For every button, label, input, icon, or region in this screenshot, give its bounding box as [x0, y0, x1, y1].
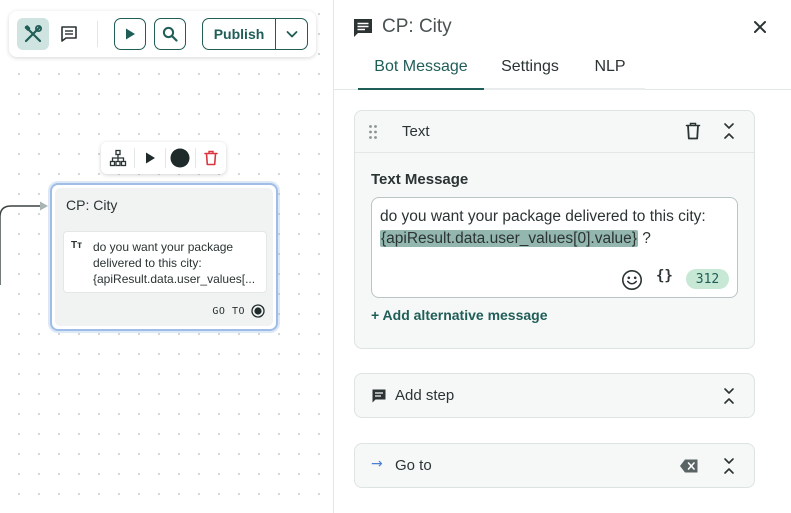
search-icon: [162, 26, 178, 42]
node-goto[interactable]: GO TO: [212, 304, 265, 318]
hierarchy-icon: [109, 149, 127, 167]
message-square-icon: [354, 19, 372, 37]
arrow-right-icon: →: [371, 456, 383, 472]
flow-canvas[interactable]: Publish CP: City Tт do you want your pac…: [0, 0, 334, 513]
character-count-badge: 312: [686, 269, 729, 289]
tab-bot-message[interactable]: Bot Message: [358, 56, 484, 90]
toolbar-divider: [97, 21, 98, 47]
flow-connector: [0, 201, 48, 285]
expand-icon[interactable]: [721, 387, 737, 405]
tab-settings[interactable]: Settings: [484, 56, 576, 90]
expand-icon[interactable]: [721, 457, 737, 475]
node-run-button[interactable]: [135, 142, 165, 174]
add-alternative-message-link[interactable]: + Add alternative message: [371, 307, 548, 323]
text-message-input[interactable]: do you want your package delivered to th…: [371, 197, 738, 298]
emoji-icon[interactable]: [621, 269, 643, 291]
tabs-underline: [484, 88, 645, 90]
tools-icon: [24, 25, 42, 43]
play-icon: [146, 152, 155, 164]
text-step-label: Text: [402, 123, 430, 140]
flow-node-cp-city[interactable]: CP: City Tт do you want your package del…: [50, 183, 278, 331]
panel-title: CP: City: [382, 16, 452, 37]
node-editor-panel: CP: City Bot Message Settings NLP Text T…: [334, 0, 791, 513]
add-step-card[interactable]: Add step: [354, 373, 755, 418]
go-to-card[interactable]: → Go to: [354, 443, 755, 488]
add-step-label: Add step: [395, 387, 455, 404]
publish-split-button: Publish: [202, 18, 308, 50]
publish-button[interactable]: Publish: [203, 19, 276, 49]
node-body: CP: City Tт do you want your package del…: [55, 188, 273, 326]
close-icon: [754, 21, 766, 33]
close-panel-button[interactable]: [748, 15, 772, 39]
panel-header: CP: City Bot Message Settings NLP: [334, 0, 791, 90]
message-square-icon: [372, 389, 386, 403]
trash-icon[interactable]: [685, 122, 701, 140]
message-variable-chip[interactable]: {apiResult.data.user_values[0].value}: [380, 230, 638, 247]
go-to-label: Go to: [395, 457, 432, 474]
record-icon: [170, 148, 190, 168]
notes-button[interactable]: [53, 18, 85, 50]
drag-handle-icon[interactable]: [368, 124, 378, 140]
variable-braces-icon[interactable]: {}: [656, 268, 673, 284]
node-message-text: do you want your package delivered to th…: [93, 240, 256, 286]
node-toolbar: [101, 142, 226, 174]
node-record-button[interactable]: [165, 142, 195, 174]
text-message-content: do you want your package delivered to th…: [380, 208, 706, 247]
node-message-preview[interactable]: Tт do you want your package delivered to…: [63, 231, 267, 293]
collapse-icon[interactable]: [721, 122, 737, 140]
text-step-header: Text: [355, 111, 754, 153]
run-button[interactable]: [114, 18, 146, 50]
trash-icon: [204, 150, 218, 166]
tools-button[interactable]: [17, 18, 49, 50]
notes-icon: [61, 26, 77, 42]
chevron-down-icon: [286, 31, 297, 38]
play-icon: [126, 28, 135, 40]
text-step-card: Text Text Message do you want your packa…: [354, 110, 755, 349]
goto-target-icon: [251, 304, 265, 318]
publish-menu-button[interactable]: [276, 19, 307, 49]
backspace-icon[interactable]: [679, 458, 699, 474]
search-button[interactable]: [154, 18, 186, 50]
node-delete-button[interactable]: [196, 142, 226, 174]
text-type-icon: Tт: [71, 240, 83, 251]
tab-nlp[interactable]: NLP: [576, 56, 644, 90]
node-goto-label: GO TO: [212, 305, 245, 317]
node-title: CP: City: [66, 197, 118, 213]
node-structure-button[interactable]: [103, 142, 133, 174]
text-message-label: Text Message: [371, 171, 469, 188]
canvas-toolbar: Publish: [9, 11, 316, 57]
